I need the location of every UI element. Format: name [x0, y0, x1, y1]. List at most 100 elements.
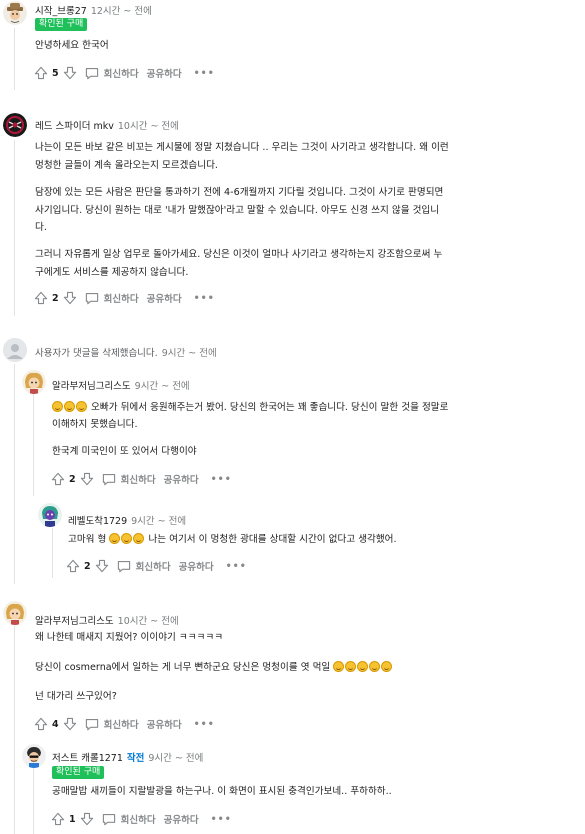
comment-text: 넌 대가리 쓰구있어?	[35, 691, 117, 702]
share-button[interactable]: 공유하다	[147, 291, 182, 305]
share-label: 공유하다	[178, 562, 214, 573]
upvote-icon[interactable]	[66, 559, 80, 573]
share-button[interactable]: 공유하다	[147, 717, 182, 731]
share-button[interactable]: 공유하다	[164, 472, 199, 486]
downvote-icon[interactable]	[80, 472, 94, 486]
share-button[interactable]: 공유하다	[147, 66, 182, 80]
more-options-icon[interactable]: •••	[194, 293, 215, 304]
username[interactable]: 알라부저님그리스도	[52, 378, 131, 392]
timestamp[interactable]: 12시간 ~ 전에	[91, 3, 152, 17]
comment-text: 당신이 cosmerna에서 일하는 게 너무 뻔하군요 당신은 멍청이를 엿 …	[35, 658, 393, 678]
reply-label: 회신하다	[103, 294, 139, 305]
op-badge: 작전	[126, 753, 145, 764]
reply-label: 회신하다	[103, 69, 139, 80]
comment-bubble-icon	[102, 473, 116, 486]
avatar[interactable]	[22, 744, 46, 768]
downvote-icon[interactable]	[63, 291, 77, 305]
upvote-icon[interactable]	[34, 291, 48, 305]
comment-bubble-icon	[85, 67, 99, 80]
reply-label: 회신하다	[103, 720, 139, 731]
reply-button[interactable]: 회신하다	[102, 812, 156, 826]
laughing-emoji-icon	[52, 401, 63, 412]
avatar[interactable]	[22, 370, 46, 394]
comment-bubble-icon	[102, 813, 116, 826]
laughing-emoji-icon	[345, 661, 357, 672]
more-options-icon[interactable]: •••	[226, 561, 247, 572]
comment-text: 한국계 미국인이 또 있어서 다행이야	[52, 446, 197, 457]
upvote-icon[interactable]	[34, 66, 48, 80]
reply-button[interactable]: 회신하다	[102, 472, 156, 486]
username[interactable]: 저스트 캐롤1271	[52, 750, 123, 764]
timestamp[interactable]: 9시간 ~ 전에	[135, 378, 190, 392]
laughing-emoji-icon	[64, 401, 75, 412]
share-label: 공유하다	[146, 720, 182, 731]
reply-label: 회신하다	[120, 475, 156, 486]
comment-text: 사기입니다. 당신이 원하는 대로 '내가 말했잖아'라고 말할 수 있습니다.…	[35, 205, 440, 216]
username[interactable]: 알라부저님그리스도	[35, 613, 114, 627]
comment-text: 멍청한 글들이 계속 올라오는지 모르겠습니다.	[35, 160, 218, 171]
avatar[interactable]	[3, 113, 27, 137]
thread-line	[33, 392, 34, 496]
thread-line	[14, 364, 15, 584]
downvote-icon[interactable]	[63, 66, 77, 80]
timestamp[interactable]: 10시간 ~ 전에	[118, 613, 179, 627]
comment-text: 안녕하세요 한국어	[35, 40, 109, 51]
avatar[interactable]	[38, 503, 62, 527]
comment-text: 공매말밥 새끼들이 지랄발광을 하는구나. 이 화면이 표시된 충격인가보네..…	[52, 786, 392, 797]
laughing-emoji-icon	[369, 661, 381, 672]
upvote-icon[interactable]	[34, 717, 48, 731]
timestamp[interactable]: 10시간 ~ 전에	[118, 118, 179, 132]
deleted-notice: 사용자가 댓글을 삭제했습니다.	[35, 348, 158, 359]
reply-button[interactable]: 회신하다	[85, 291, 139, 305]
vote-count: 4	[52, 718, 59, 730]
downvote-icon[interactable]	[80, 812, 94, 826]
upvote-icon[interactable]	[51, 472, 65, 486]
reply-button[interactable]: 회신하다	[85, 717, 139, 731]
vote-count: 2	[52, 292, 59, 304]
share-button[interactable]: 공유하다	[164, 812, 199, 826]
comment-text-segment: 고마워 형	[68, 534, 110, 545]
avatar[interactable]	[3, 1, 27, 25]
vote-count: 2	[69, 473, 76, 485]
reply-label: 회신하다	[120, 815, 156, 826]
reply-label: 회신하다	[135, 562, 171, 573]
username[interactable]: 레드 스파이더 mkv	[35, 118, 114, 132]
comment-text: 나는이 모든 바보 같은 비꼬는 게시물에 정말 지쳤습니다 .. 우리는 그것…	[35, 142, 449, 153]
comment-text: 담장에 있는 모든 사람은 판단을 통과하기 전에 4-6개월까지 기다릴 것입…	[35, 187, 444, 198]
thread-line	[52, 528, 53, 578]
username[interactable]: 레벨도착1729	[68, 513, 127, 527]
flair-badge: 확인된 구매	[52, 766, 105, 779]
comment-bubble-icon	[85, 292, 99, 305]
timestamp[interactable]: 9시간 ~ 전에	[131, 513, 186, 527]
thread-line	[14, 28, 15, 90]
share-label: 공유하다	[163, 475, 199, 486]
share-button[interactable]: 공유하다	[179, 559, 214, 573]
share-label: 공유하다	[146, 69, 182, 80]
downvote-icon[interactable]	[63, 717, 77, 731]
comment-bubble-icon	[85, 718, 99, 731]
vote-count: 5	[52, 67, 59, 79]
share-label: 공유하다	[163, 815, 199, 826]
comment-text: 고마워 형 나는 여기서 이 멍청한 광대를 상대할 시간이 없다고 생각했어.	[68, 530, 397, 550]
timestamp[interactable]: 9시간 ~ 전에	[148, 750, 203, 764]
comment-text-segment: 오빠가 뒤에서 응원해주는거 봤어. 당신의 한국어는 꽤 좋습니다. 당신이 …	[88, 402, 449, 413]
more-options-icon[interactable]: •••	[211, 814, 232, 825]
laughing-emoji-icon	[333, 661, 345, 672]
reply-button[interactable]: 회신하다	[85, 66, 139, 80]
vote-count: 2	[84, 560, 91, 572]
comment-text: 구에게도 서비스를 제공하지 않습니다.	[35, 267, 189, 278]
upvote-icon[interactable]	[51, 812, 65, 826]
avatar[interactable]	[3, 601, 27, 625]
more-options-icon[interactable]: •••	[211, 474, 232, 485]
downvote-icon[interactable]	[95, 559, 109, 573]
flair-badge: 확인된 구매	[35, 18, 88, 31]
timestamp[interactable]: 9시간 ~ 전에	[162, 345, 217, 359]
more-options-icon[interactable]: •••	[194, 719, 215, 730]
vote-count: 1	[69, 813, 76, 825]
laughing-emoji-icon	[76, 401, 87, 412]
username[interactable]: 시작_브롱27	[35, 3, 87, 17]
more-options-icon[interactable]: •••	[194, 68, 215, 79]
laughing-emoji-icon	[381, 661, 393, 672]
reply-button[interactable]: 회신하다	[117, 559, 171, 573]
deleted-user-avatar	[3, 338, 27, 362]
